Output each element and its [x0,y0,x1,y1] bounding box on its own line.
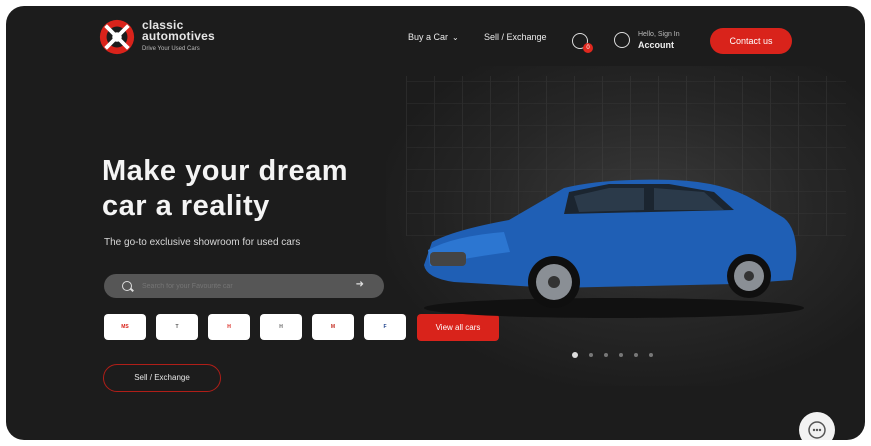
carousel-dot[interactable] [604,353,608,357]
brand-toyota[interactable]: T [156,314,198,340]
search-icon [122,281,132,291]
search-input[interactable] [140,281,344,291]
brand-label: H [279,324,283,330]
carousel-dots [572,352,653,358]
nav-buy-car[interactable]: Buy a Car ⌄ [408,32,459,42]
car-image [424,179,804,318]
brand-label: M [330,324,336,330]
brand-name-line2: automotives [142,28,215,43]
user-icon[interactable] [614,32,630,48]
brand-label: F [383,324,387,330]
arrow-right-icon[interactable]: ➜ [356,279,364,290]
brand-ford[interactable]: F [364,314,406,340]
nav-sell-label: Sell / Exchange [484,32,547,42]
contact-button[interactable]: Contact us [710,28,792,54]
chat-icon [808,421,826,439]
brand-logo[interactable]: classic automotives Drive Your Used Cars [98,18,215,56]
brand-honda[interactable]: H [208,314,250,340]
logo-mark-icon [99,19,135,55]
search-bar[interactable]: ➜ [104,274,384,298]
carousel-dot[interactable] [572,352,578,358]
wishlist-badge: 0 [583,43,593,53]
headline-line1: Make your dream [102,155,349,187]
brand-label: H [227,324,231,330]
hero-subtitle: The go-to exclusive showroom for used ca… [104,237,301,248]
brand-label: MS [121,324,129,330]
carousel-dot[interactable] [619,353,623,357]
nav-buy-label: Buy a Car [408,32,449,42]
chat-button[interactable] [799,412,835,440]
nav-sell-exchange[interactable]: Sell / Exchange [484,32,547,42]
account-label: Account [638,40,674,50]
brand-filter-list: MS T H H M F [104,314,406,340]
brand-tagline: Drive Your Used Cars [142,45,200,52]
account-link[interactable]: Hello, Sign In Account [638,29,680,51]
chevron-down-icon: ⌄ [452,32,459,42]
headline-line2: car a reality [102,190,270,222]
carousel-dot[interactable] [634,353,638,357]
hero-headline: Make your dream car a reality [102,154,422,224]
carousel-dot[interactable] [589,353,593,357]
page-frame: classic automotives Drive Your Used Cars… [6,6,865,440]
account-greeting: Hello, Sign In [638,31,680,38]
brand-hyundai[interactable]: H [260,314,302,340]
brand-label: T [175,324,179,330]
carousel-dot[interactable] [649,353,653,357]
brand-maruti-suzuki[interactable]: MS [104,314,146,340]
sell-exchange-button[interactable]: Sell / Exchange [103,364,221,392]
brand-mahindra[interactable]: M [312,314,354,340]
